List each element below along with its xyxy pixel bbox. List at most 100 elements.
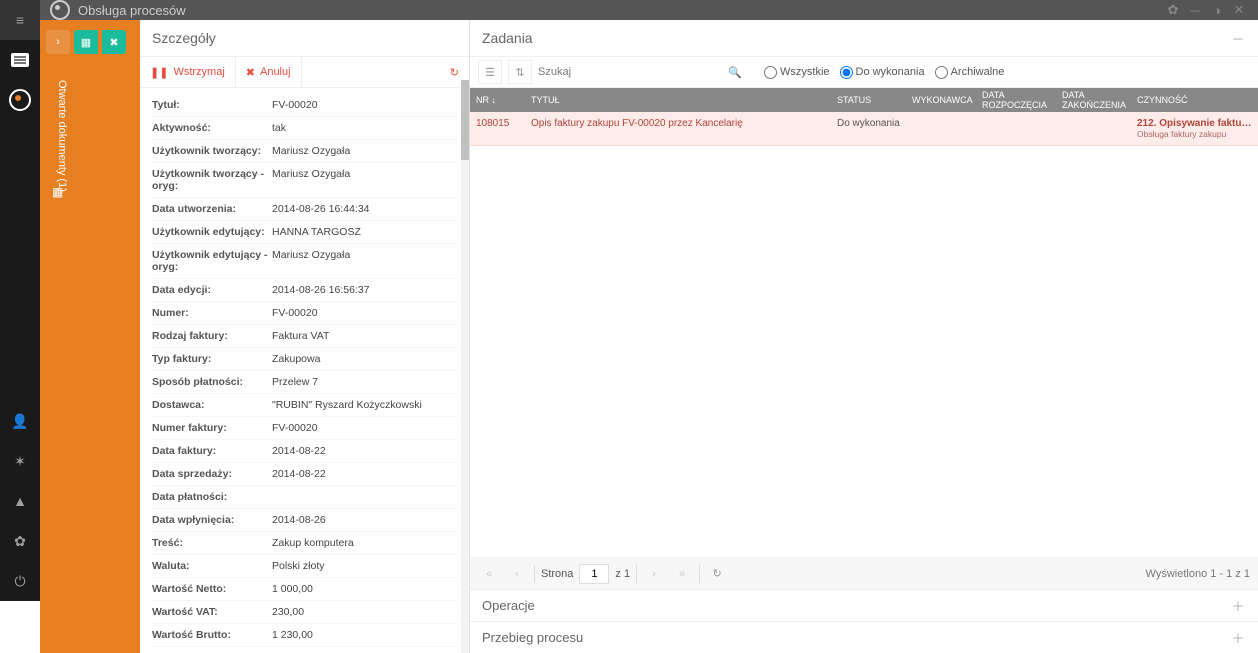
cancel-icon: ✖ [246, 66, 255, 79]
detail-key: Użytkownik tworzący - oryg: [152, 168, 272, 192]
przebieg-panel[interactable]: Przebieg procesu ＋ [470, 621, 1258, 653]
detail-key: Data wpłynięcia: [152, 514, 272, 526]
cancel-label: Anuluj [260, 66, 291, 78]
col-dr[interactable]: DATA ROZPOCZĘCIA [982, 90, 1062, 110]
search-icon[interactable]: 🔍 [728, 66, 742, 79]
detail-value: tak [272, 122, 457, 134]
detail-key: Aktywność: [152, 122, 272, 134]
przebieg-label: Przebieg procesu [482, 630, 583, 645]
detail-key: Wartość VAT: [152, 606, 272, 618]
detail-value: HANNA TARGOSZ [272, 226, 457, 238]
col-cz[interactable]: CZYNNOŚĆ [1137, 95, 1252, 105]
detail-row: Data faktury:2014-08-22 [152, 440, 457, 463]
search-input[interactable] [538, 66, 728, 78]
page-of: z 1 [615, 568, 630, 580]
task-row[interactable]: 108015Opis faktury zakupu FV-00020 przez… [470, 112, 1258, 146]
detail-value: Mariusz Ozygała [272, 168, 457, 192]
collapse-tasks-icon[interactable]: － [1230, 30, 1246, 46]
filter-arch[interactable]: Archiwalne [935, 66, 1005, 79]
page-input[interactable] [579, 564, 609, 584]
detail-row: Użytkownik tworzący:Mariusz Ozygała [152, 140, 457, 163]
detail-key: Użytkownik edytujący - oryg: [152, 249, 272, 273]
details-title: Szczegóły [140, 20, 469, 56]
detail-row: Data płatności: [152, 486, 457, 509]
detail-row: Sposób płatności:Przelew 7 [152, 371, 457, 394]
detail-key: Tytuł: [152, 99, 272, 111]
scrollbar-handle[interactable] [461, 80, 469, 160]
power-icon[interactable]: ⏻ [0, 561, 40, 601]
topbar: Obsługa procesów ✿ － ◑ ✕ [40, 0, 1258, 20]
tasks-table-header: NR ↓ TYTUŁ STATUS WYKONAWCA DATA ROZPOCZ… [470, 88, 1258, 112]
page-last-button[interactable]: » [671, 563, 693, 585]
detail-row: Data utworzenia:2014-08-26 16:44:34 [152, 198, 457, 221]
warning-icon[interactable]: ▲ [0, 481, 40, 521]
expand-przebieg-icon[interactable]: ＋ [1230, 630, 1246, 646]
expand-operacje-icon[interactable]: ＋ [1230, 598, 1246, 614]
col-nr[interactable]: NR ↓ [476, 95, 531, 105]
detail-row: Użytkownik edytujący - oryg:Mariusz Ozyg… [152, 244, 457, 279]
detail-value: Zakup komputera [272, 537, 457, 549]
cancel-button[interactable]: ✖ Anuluj [236, 57, 302, 87]
shuffle-icon[interactable]: ✶ [0, 441, 40, 481]
sidebar-label: Otwarte dokumenty (1) [56, 80, 68, 192]
user-icon[interactable]: 👤 [0, 401, 40, 441]
cell-nr: 108015 [476, 118, 531, 139]
detail-value: Zakupowa [272, 353, 457, 365]
detail-value: 2014-08-22 [272, 468, 457, 480]
detail-value: Przelew 7 [272, 376, 457, 388]
detail-value: Mariusz Ozygała [272, 145, 457, 157]
detail-row: Data edycji:2014-08-26 16:56:37 [152, 279, 457, 302]
filter-todo[interactable]: Do wykonania [840, 66, 925, 79]
expand-icon[interactable]: ◑ [1208, 1, 1226, 19]
detail-key: Data sprzedaży: [152, 468, 272, 480]
minimize-icon[interactable]: － [1186, 1, 1204, 19]
page-prev-button[interactable]: ‹ [506, 563, 528, 585]
detail-value: Polski złoty [272, 560, 457, 572]
page-next-button[interactable]: › [643, 563, 665, 585]
detail-value: 230,00 [272, 606, 457, 618]
detail-row: Data sprzedaży:2014-08-22 [152, 463, 457, 486]
operacje-label: Operacje [482, 598, 535, 613]
filter-all[interactable]: Wszystkie [764, 66, 830, 79]
col-title[interactable]: TYTUŁ [531, 95, 837, 105]
detail-value: "RUBIN" Ryszard Kożyczkowski [272, 399, 457, 411]
scrollbar-track [461, 80, 469, 653]
detail-key: Rodzaj faktury: [152, 330, 272, 342]
clear-icon[interactable]: ✖ [102, 30, 126, 54]
close-icon[interactable]: ✕ [1230, 1, 1248, 19]
page-first-button[interactable]: « [478, 563, 500, 585]
col-status[interactable]: STATUS [837, 95, 912, 105]
detail-value: Mariusz Ozygała [272, 249, 457, 273]
collapse-sidebar-icon[interactable]: › [46, 30, 70, 54]
col-dz[interactable]: DATA ZAKOŃCZENIA [1062, 90, 1137, 110]
cell-dr [982, 118, 1062, 139]
app-title: Obsługa procesów [78, 3, 186, 18]
menu-icon[interactable]: ≡ [0, 0, 40, 40]
detail-row: Data wpłynięcia:2014-08-26 [152, 509, 457, 532]
pause-button[interactable]: ❚❚ Wstrzymaj [140, 57, 236, 87]
apps-icon[interactable]: ▦ [52, 185, 63, 199]
pause-icon: ❚❚ [150, 66, 168, 79]
pause-label: Wstrzymaj [173, 66, 224, 78]
detail-row: Użytkownik edytujący:HANNA TARGOSZ [152, 221, 457, 244]
grid-view-icon[interactable]: ▦ [74, 30, 98, 54]
tree-view-icon[interactable]: ⇅ [508, 60, 532, 84]
settings-icon[interactable]: ✿ [1164, 1, 1182, 19]
detail-key: Typ faktury: [152, 353, 272, 365]
inbox-icon[interactable] [0, 40, 40, 80]
gear-icon[interactable]: ✿ [0, 521, 40, 561]
filter-radios: Wszystkie Do wykonania Archiwalne [764, 66, 1004, 79]
col-wyk[interactable]: WYKONAWCA [912, 95, 982, 105]
cell-wyk [912, 118, 982, 139]
list-view-icon[interactable]: ☰ [478, 60, 502, 84]
detail-value: 2014-08-26 16:56:37 [272, 284, 457, 296]
paging-info: Wyświetlono 1 - 1 z 1 [1146, 568, 1250, 580]
detail-key: Data edycji: [152, 284, 272, 296]
cell-title: Opis faktury zakupu FV-00020 przez Kance… [531, 118, 837, 139]
left-nav: ≡ 👤 ✶ ▲ ✿ ⏻ [0, 0, 40, 601]
logo-icon[interactable] [0, 80, 40, 120]
app-logo-icon [50, 0, 70, 20]
page-refresh-button[interactable]: ↻ [706, 563, 728, 585]
operacje-panel[interactable]: Operacje ＋ [470, 589, 1258, 621]
detail-key: Data utworzenia: [152, 203, 272, 215]
